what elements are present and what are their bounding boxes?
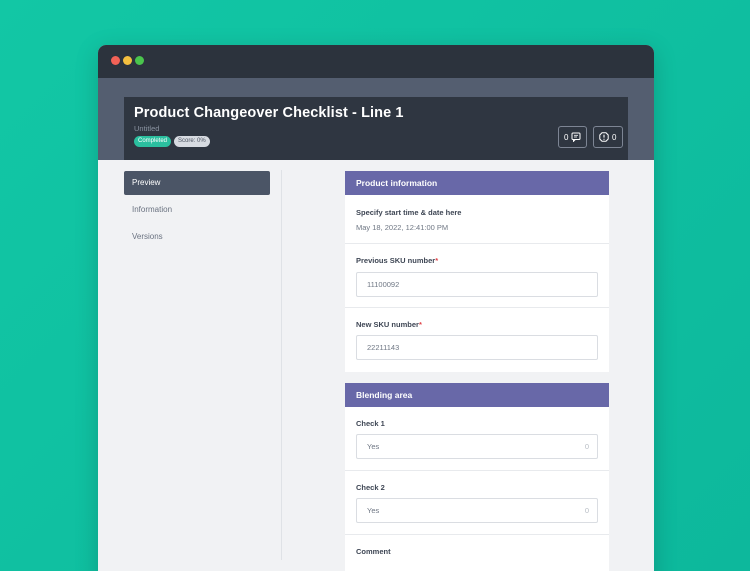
field-start-time: Specify start time & date here May 18, 2… (345, 195, 609, 244)
window-titlebar (98, 45, 654, 78)
field-comment: Comment (345, 535, 609, 571)
section-card-product-information: Specify start time & date here May 18, 2… (345, 195, 609, 372)
section-card-blending-area: Check 1 Yes 0 Check 2 Yes 0 Comment (345, 407, 609, 571)
character-count: 0 (584, 506, 589, 515)
sidebar-item-preview[interactable]: Preview (124, 171, 270, 195)
field-label: New SKU number* (356, 320, 422, 329)
field-previous-sku: Previous SKU number* 11100092 (345, 244, 609, 308)
status-badge: Completed (134, 136, 172, 147)
field-label: Previous SKU number* (356, 256, 439, 265)
sidebar-item-information[interactable]: Information (124, 198, 270, 222)
field-label: Comment (356, 547, 391, 556)
comments-button[interactable]: 0 (558, 126, 587, 148)
field-label: Check 2 (356, 483, 385, 492)
close-window-button[interactable] (111, 56, 120, 65)
required-marker: * (418, 320, 422, 329)
maximize-window-button[interactable] (135, 56, 144, 65)
character-count: 0 (584, 442, 589, 451)
required-marker: * (435, 256, 439, 265)
section-header-blending-area: Blending area (345, 383, 609, 407)
previous-sku-input[interactable]: 11100092 (356, 272, 598, 297)
field-label: Check 1 (356, 419, 385, 428)
field-value: Yes (367, 442, 380, 451)
app-window: Product Changeover Checklist - Line 1 Un… (98, 45, 654, 571)
page-title: Product Changeover Checklist - Line 1 (134, 105, 404, 121)
comment-icon (571, 132, 581, 142)
field-check-2: Check 2 Yes 0 (345, 471, 609, 535)
minimize-window-button[interactable] (123, 56, 132, 65)
app-backdrop: Product Changeover Checklist - Line 1 Un… (0, 0, 750, 571)
field-label: Specify start time & date here (356, 208, 462, 217)
sidebar-item-versions[interactable]: Versions (124, 225, 270, 249)
sidebar-divider (281, 170, 282, 560)
issues-count: 0 (612, 132, 617, 142)
page-subtitle: Untitled (134, 124, 160, 133)
field-new-sku: New SKU number* 22211143 (345, 308, 609, 372)
new-sku-input[interactable]: 22211143 (356, 335, 598, 360)
field-value: May 18, 2022, 12:41:00 PM (356, 223, 449, 232)
content-area: Preview Information Versions Product inf… (98, 160, 654, 571)
alert-icon (599, 132, 609, 142)
status-badges: Completed Score: 0% (134, 136, 210, 147)
check-1-input[interactable]: Yes 0 (356, 434, 598, 459)
check-2-input[interactable]: Yes 0 (356, 498, 598, 523)
score-badge: Score: 0% (174, 136, 210, 147)
field-check-1: Check 1 Yes 0 (345, 407, 609, 471)
comments-count: 0 (564, 132, 569, 142)
field-value: Yes (367, 506, 380, 515)
header-band: Product Changeover Checklist - Line 1 Un… (98, 78, 654, 160)
issues-button[interactable]: 0 (593, 126, 623, 148)
inspection-header: Product Changeover Checklist - Line 1 Un… (124, 97, 628, 160)
section-header-product-information: Product information (345, 171, 609, 195)
